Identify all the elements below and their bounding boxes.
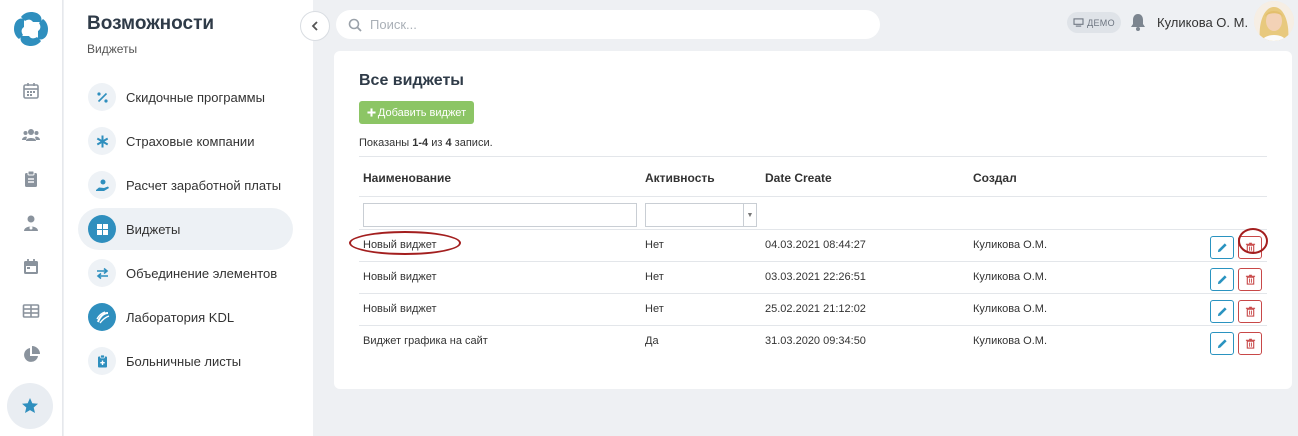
table-header: Наименование Активность Date Create Созд… [359, 156, 1267, 196]
star-icon[interactable] [7, 383, 53, 429]
menu-item-label: Страховые компании [126, 133, 255, 149]
kdl-logo-icon [88, 303, 116, 331]
medical-clipboard-icon [88, 347, 116, 375]
table-row: Новый виджет Нет 25.02.2021 21:12:02 Кул… [359, 293, 1267, 325]
section-title: Возможности [87, 13, 215, 34]
chevron-left-icon [311, 21, 318, 31]
section-subtitle: Виджеты [87, 42, 138, 56]
menu-item-label: Скидочные программы [126, 89, 265, 105]
pencil-icon [1217, 275, 1227, 285]
highlight-circle [1238, 228, 1268, 254]
add-widget-label: Добавить виджет [377, 106, 467, 119]
demo-badge: ДЕМО [1067, 12, 1121, 33]
menu-item-label: Лаборатория KDL [126, 309, 235, 325]
column-header-active[interactable]: Активность [645, 171, 715, 185]
chevron-down-icon: ▼ [743, 204, 756, 226]
pencil-icon [1217, 339, 1227, 349]
delete-button[interactable] [1238, 332, 1262, 355]
records-summary: Показаны 1-4 из 4 записи. [359, 137, 493, 149]
delete-button[interactable] [1238, 268, 1262, 291]
trash-icon [1245, 274, 1255, 285]
menu-item-sick-leave[interactable]: Больничные листы [78, 340, 293, 382]
clipboard-icon[interactable] [11, 159, 51, 199]
menu-item-kdl-lab[interactable]: Лаборатория KDL [78, 296, 293, 338]
cell-active: Нет [645, 271, 664, 283]
section-sidebar: Возможности Виджеты Скидочные программы … [64, 0, 313, 436]
delete-button[interactable] [1238, 300, 1262, 323]
pie-chart-icon[interactable] [11, 335, 51, 375]
menu-item-label: Объединение элементов [126, 265, 278, 281]
column-header-created[interactable]: Date Create [765, 171, 832, 185]
percent-icon [88, 83, 116, 111]
cell-author: Куликова О.М. [973, 271, 1048, 283]
doctor-icon[interactable] [11, 203, 51, 243]
filter-row: ▼ [359, 196, 1267, 229]
pencil-icon [1217, 307, 1227, 317]
user-name[interactable]: Куликова О. М. [1157, 15, 1248, 30]
edit-button[interactable] [1210, 268, 1234, 291]
pencil-icon [1217, 243, 1227, 253]
demo-badge-label: ДЕМО [1087, 17, 1115, 28]
trash-icon [1245, 306, 1255, 317]
menu-item-merge[interactable]: Объединение элементов [78, 252, 293, 294]
table-row: Виджет графика на сайт Да 31.03.2020 09:… [359, 325, 1267, 357]
calendar-alt-icon[interactable] [11, 247, 51, 287]
cell-created: 31.03.2020 09:34:50 [765, 335, 866, 347]
search-input[interactable] [370, 17, 850, 32]
icon-rail [0, 0, 63, 436]
menu-item-widgets[interactable]: Виджеты [78, 208, 293, 250]
cell-active: Нет [645, 303, 664, 315]
avatar[interactable] [1254, 1, 1294, 41]
menu-item-label: Больничные листы [126, 353, 242, 369]
edit-button[interactable] [1210, 236, 1234, 259]
menu-item-label: Расчет заработной платы [126, 177, 282, 193]
cell-created: 04.03.2021 08:44:27 [765, 239, 866, 251]
plus-icon [367, 108, 376, 117]
app-logo-icon[interactable] [11, 9, 51, 49]
menu-item-payroll[interactable]: Расчет заработной платы [78, 164, 293, 206]
cell-name: Новый виджет [363, 271, 437, 283]
name-filter-input[interactable] [363, 203, 637, 227]
search-icon [348, 18, 362, 32]
widgets-panel: Все виджеты Добавить виджет Показаны 1-4… [334, 51, 1292, 389]
widgets-icon [88, 215, 116, 243]
cell-active: Нет [645, 239, 664, 251]
asterisk-icon [88, 127, 116, 155]
cell-active: Да [645, 335, 659, 347]
cell-author: Куликова О.М. [973, 239, 1048, 251]
table-row: Новый виджет Нет 03.03.2021 22:26:51 Кул… [359, 261, 1267, 293]
menu-item-discounts[interactable]: Скидочные программы [78, 76, 293, 118]
trash-icon [1245, 338, 1255, 349]
cell-name: Виджет графика на сайт [363, 335, 488, 347]
exchange-icon [88, 259, 116, 287]
table-row: Новый виджет Нет 04.03.2021 08:44:27 Кул… [349, 228, 1268, 261]
users-icon[interactable] [11, 115, 51, 155]
cell-name: Новый виджет [363, 303, 437, 315]
edit-button[interactable] [1210, 332, 1234, 355]
add-widget-button[interactable]: Добавить виджет [359, 101, 474, 124]
cell-created: 03.03.2021 22:26:51 [765, 271, 866, 283]
cell-created: 25.02.2021 21:12:02 [765, 303, 866, 315]
search-bar[interactable] [336, 10, 880, 39]
cell-author: Куликова О.М. [973, 303, 1048, 315]
table-icon[interactable] [11, 291, 51, 331]
collapse-sidebar-button[interactable] [300, 11, 330, 41]
hand-money-icon [88, 171, 116, 199]
cell-author: Куликова О.М. [973, 335, 1048, 347]
monitor-icon [1073, 18, 1084, 27]
column-header-name[interactable]: Наименование [363, 171, 451, 185]
menu-item-insurance[interactable]: Страховые компании [78, 120, 293, 162]
column-header-author[interactable]: Создал [973, 171, 1017, 185]
calendar-icon[interactable] [11, 71, 51, 111]
highlight-ellipse [349, 231, 461, 255]
page-title: Все виджеты [359, 72, 464, 89]
active-filter-select[interactable]: ▼ [645, 203, 757, 227]
menu-item-label: Виджеты [126, 221, 181, 237]
edit-button[interactable] [1210, 300, 1234, 323]
bell-icon[interactable] [1130, 13, 1146, 36]
